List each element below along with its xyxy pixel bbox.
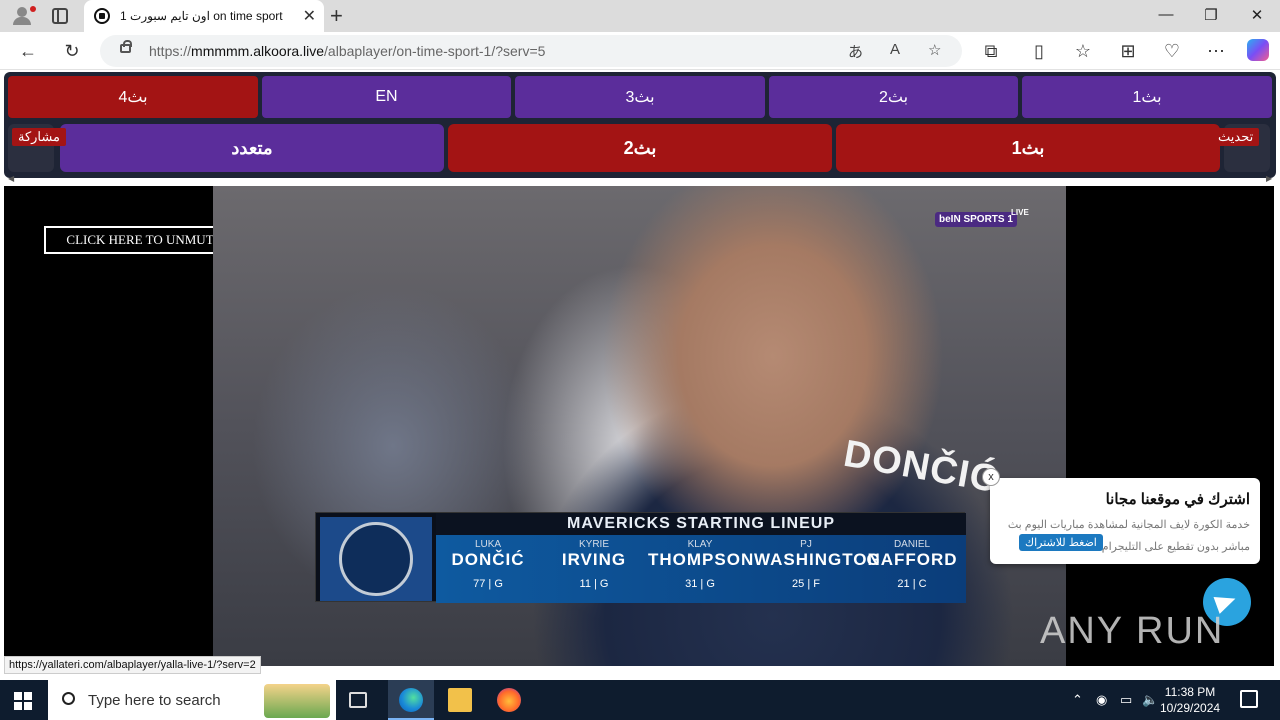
copilot-icon[interactable]: [1247, 39, 1269, 61]
lineup-graphic: MAVERICKS STARTING LINEUP LUKA DONČIĆ 77…: [315, 512, 966, 603]
popup-close-button[interactable]: x: [982, 468, 1000, 486]
scroll-left-icon[interactable]: ◀: [8, 174, 14, 183]
player-last-name: WASHINGTON: [754, 550, 881, 569]
channel-logo-text: beIN SPORTS 1: [935, 212, 1017, 227]
search-highlight-icon: [264, 684, 330, 718]
lineup-player: KYRIE IRVING 11 | G: [542, 539, 646, 590]
clock-date: 10/29/2024: [1160, 701, 1221, 715]
tab-actions-icon[interactable]: [52, 8, 68, 24]
favorite-star-icon[interactable]: ☆: [928, 41, 941, 59]
jersey-name: DONČIĆ: [840, 432, 1002, 502]
split-screen-icon[interactable]: ▯: [1028, 40, 1050, 62]
clock-time: 11:38 PM: [1164, 685, 1216, 699]
navigation-bar: ← ↻ https://mmmmm.alkoora.live/albaplaye…: [0, 32, 1280, 70]
live-label: LIVE: [1011, 208, 1029, 217]
server-button-2[interactable]: بث2: [769, 76, 1018, 118]
edge-browser-icon[interactable]: [399, 688, 423, 712]
tab-close-button[interactable]: ✕: [303, 6, 316, 26]
video-frame[interactable]: DONČIĆ beIN SPORTS 1 LIVE MAVERICKS STAR…: [213, 186, 1066, 666]
url-host: mmmmm.alkoora.live: [191, 43, 325, 59]
lineup-player: PJ WASHINGTON 25 | F: [754, 539, 881, 590]
collections-icon[interactable]: ⊞: [1117, 40, 1139, 62]
lineup-player: KLAY THOMPSON 31 | G: [648, 539, 755, 590]
lineup-players: LUKA DONČIĆ 77 | G KYRIE IRVING 11 | G K…: [436, 535, 966, 603]
share-label[interactable]: مشاركة: [12, 128, 66, 146]
file-explorer-icon[interactable]: [448, 688, 472, 712]
new-tab-button[interactable]: +: [330, 3, 343, 29]
url-text[interactable]: https://mmmmm.alkoora.live/albaplayer/on…: [149, 43, 545, 59]
server-button-3[interactable]: بث3: [515, 76, 765, 118]
player-number: 21 | C: [897, 578, 927, 590]
favorites-icon[interactable]: ☆: [1072, 40, 1094, 62]
status-bar-url: https://yallateri.com/albaplayer/yalla-l…: [4, 656, 261, 674]
page-content: بث4 EN بث3 بث2 بث1 متعدد بث2 بث1 مشاركة …: [0, 70, 1280, 680]
windows-start-icon[interactable]: [14, 692, 32, 710]
profile-icon[interactable]: [8, 4, 36, 28]
lineup-title: MAVERICKS STARTING LINEUP: [436, 513, 966, 535]
player-last-name: THOMPSON: [648, 550, 755, 569]
player-first-name: LUKA: [474, 539, 502, 550]
player-number: 11 | G: [579, 578, 609, 590]
multi-server-button[interactable]: متعدد: [60, 124, 444, 172]
player-number: 31 | G: [685, 578, 715, 590]
video-player[interactable]: CLICK HERE TO UNMUTE DONČIĆ beIN SPORTS …: [4, 186, 1274, 666]
more-icon[interactable]: ⋯: [1205, 40, 1227, 62]
close-window-button[interactable]: ✕: [1247, 6, 1267, 24]
task-view-icon[interactable]: [349, 692, 367, 708]
notification-icon[interactable]: [1240, 690, 1258, 708]
extensions-icon[interactable]: ⧉: [980, 40, 1002, 62]
taskbar-search[interactable]: Type here to search: [48, 680, 336, 720]
volume-icon[interactable]: 🔈: [1142, 692, 1158, 708]
lock-icon[interactable]: [120, 40, 132, 53]
search-icon: [62, 692, 75, 705]
popup-title: اشترك في موقعنا مجانا: [1105, 491, 1250, 508]
taskbar: Type here to search ⌃ ◉ ▭ 🔈 11:38 PM 10/…: [0, 680, 1280, 720]
firefox-icon[interactable]: [497, 688, 521, 712]
minimize-button[interactable]: —: [1156, 6, 1176, 23]
subscribe-button[interactable]: اضغط للاشتراك: [1019, 534, 1103, 551]
server-selector: بث4 EN بث3 بث2 بث1 متعدد بث2 بث1 مشاركة …: [4, 72, 1276, 178]
search-placeholder: Type here to search: [88, 692, 221, 709]
server-button-1[interactable]: بث1: [1022, 76, 1272, 118]
anyrun-watermark: ANY RUN: [1040, 610, 1225, 652]
tab-title: اون تايم سبورت 1 on time sport: [120, 9, 283, 23]
tab-strip: اون تايم سبورت 1 on time sport ✕ + — ❐ ✕: [0, 0, 1280, 32]
player-first-name: KYRIE: [578, 539, 609, 550]
server-button-en[interactable]: EN: [262, 76, 511, 118]
performance-icon[interactable]: ♡: [1161, 40, 1183, 62]
stream-1-button[interactable]: بث1: [836, 124, 1220, 172]
server-button-4[interactable]: بث4: [8, 76, 258, 118]
mavericks-logo-icon: [320, 517, 432, 601]
player-last-name: DONČIĆ: [451, 550, 525, 569]
url-prefix: https://: [149, 43, 192, 59]
scroll-right-icon[interactable]: ▶: [1266, 174, 1272, 183]
lineup-player: LUKA DONČIĆ 77 | G: [436, 539, 540, 590]
url-path: /albaplayer/on-time-sport-1/?serv=5: [324, 43, 546, 59]
subscribe-popup: x اشترك في موقعنا مجانا خدمة الكورة لايف…: [982, 468, 1260, 564]
player-first-name: PJ: [800, 539, 812, 550]
player-number: 25 | F: [792, 578, 820, 590]
player-number: 77 | G: [473, 578, 503, 590]
restore-button[interactable]: ❐: [1201, 6, 1221, 24]
soccer-ball-icon: [94, 8, 110, 24]
channel-logo: beIN SPORTS 1 LIVE: [935, 208, 1033, 234]
system-clock[interactable]: 11:38 PM 10/29/2024: [1160, 684, 1220, 716]
player-first-name: KLAY: [687, 539, 713, 550]
stream-2-button[interactable]: بث2: [448, 124, 832, 172]
player-last-name: IRVING: [561, 550, 627, 569]
back-arrow-icon[interactable]: ←: [17, 40, 39, 62]
player-first-name: DANIEL: [893, 539, 931, 550]
meet-now-icon[interactable]: ◉: [1096, 692, 1107, 708]
refresh-icon[interactable]: ↻: [61, 40, 83, 62]
read-aloud-icon[interactable]: A: [890, 41, 900, 58]
refresh-label[interactable]: تحديث: [1212, 128, 1260, 146]
network-icon[interactable]: ▭: [1120, 692, 1132, 708]
active-tab[interactable]: اون تايم سبورت 1 on time sport ✕: [84, 0, 324, 32]
lineup-player: DANIEL GAFFORD 21 | C: [860, 539, 964, 590]
tray-chevron-icon[interactable]: ⌃: [1072, 692, 1083, 708]
address-bar[interactable]: https://mmmmm.alkoora.live/albaplayer/on…: [100, 35, 962, 67]
translate-icon[interactable]: あ: [848, 41, 863, 62]
player-last-name: GAFFORD: [866, 550, 958, 569]
